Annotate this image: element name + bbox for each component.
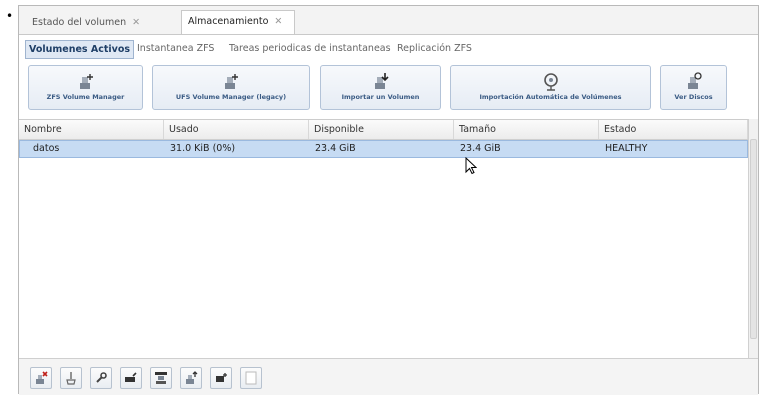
snapshot-icon — [216, 373, 227, 382]
ufs-volume-manager-button[interactable]: UFS Volume Manager (legacy) — [152, 65, 310, 110]
close-icon[interactable]: ✕ — [132, 17, 140, 28]
tab-storage[interactable]: Almacenamiento ✕ — [181, 10, 295, 34]
volume-add-icon — [153, 71, 309, 93]
subtab-bar: Volumenes Activos Instantanea ZFS Tareas… — [19, 35, 758, 61]
column-header-status[interactable]: Estado — [599, 120, 748, 139]
column-header-available[interactable]: Disponible — [309, 120, 454, 139]
tab-label: Almacenamiento — [188, 16, 269, 27]
button-label: ZFS Volume Manager — [46, 93, 125, 101]
cell-name: datos — [33, 143, 60, 154]
button-label: Importación Automática de Volúmenes — [479, 93, 622, 101]
column-header-name[interactable]: Nombre — [19, 120, 164, 139]
volume-status-icon — [155, 372, 167, 384]
edit-icon — [125, 372, 137, 382]
view-disks-button[interactable]: Ver Discos — [660, 65, 727, 110]
tab-volume-status[interactable]: Estado del volumen ✕ — [25, 11, 179, 33]
table-header: Nombre Usado Disponible Tamaño Estado — [19, 120, 748, 140]
cell-size: 23.4 GiB — [460, 143, 501, 154]
scrub-icon — [66, 372, 76, 385]
detach-volume-button[interactable] — [30, 367, 52, 389]
cell-used: 31.0 KiB (0%) — [170, 143, 236, 154]
table-row[interactable]: datos 31.0 KiB (0%) 23.4 GiB 23.4 GiB HE… — [19, 140, 748, 158]
settings-wrench-icon — [96, 372, 107, 383]
detach-icon — [36, 371, 48, 384]
volume-add-icon — [29, 71, 142, 93]
upgrade-icon — [186, 371, 198, 384]
list-bullet: • — [6, 9, 14, 23]
volume-import-icon — [321, 71, 440, 93]
vertical-scrollbar[interactable] — [748, 119, 758, 358]
subtab-zfs-replication[interactable]: Replicación ZFS — [397, 40, 472, 57]
cell-available: 23.4 GiB — [315, 143, 356, 154]
button-label: UFS Volume Manager (legacy) — [175, 93, 287, 101]
storage-window: Estado del volumen ✕ Almacenamiento ✕ Volu… — [18, 5, 759, 395]
mouse-pointer-icon — [465, 156, 478, 178]
auto-import-icon — [451, 71, 650, 93]
tab-label: Estado del volumen — [32, 17, 127, 28]
disks-icon — [661, 71, 726, 93]
volume-status-button[interactable] — [150, 367, 172, 389]
edit-options-button[interactable] — [90, 367, 112, 389]
subtab-periodic-snapshots[interactable]: Tareas periodicas de instantaneas — [229, 40, 391, 57]
volumes-table: Nombre Usado Disponible Tamaño Estado da… — [19, 119, 748, 359]
button-label: Ver Discos — [674, 93, 713, 101]
scrub-volume-button[interactable] — [60, 367, 82, 389]
blank-icon — [245, 371, 257, 385]
import-volume-button[interactable]: Importar un Volumen — [320, 65, 441, 110]
tab-bar: Estado del volumen ✕ Almacenamiento ✕ — [19, 6, 758, 35]
column-header-size[interactable]: Tamaño — [454, 120, 599, 139]
create-snapshot-button[interactable] — [210, 367, 232, 389]
column-header-used[interactable]: Usado — [164, 120, 309, 139]
subtab-active-volumes[interactable]: Volumenes Activos — [25, 40, 135, 59]
volume-actions-bar — [19, 358, 758, 395]
button-label: Importar un Volumen — [341, 93, 420, 101]
cell-status: HEALTHY — [605, 143, 648, 154]
scrollbar-thumb[interactable] — [750, 139, 757, 339]
change-permissions-button[interactable] — [120, 367, 142, 389]
blank-action-button[interactable] — [240, 367, 262, 389]
auto-import-volumes-button[interactable]: Importación Automática de Volúmenes — [450, 65, 651, 110]
subtab-zfs-snapshot[interactable]: Instantanea ZFS — [137, 40, 214, 57]
zfs-volume-manager-button[interactable]: ZFS Volume Manager — [28, 65, 143, 110]
upgrade-volume-button[interactable] — [180, 367, 202, 389]
toolbar: ZFS Volume Manager UFS Volume Manager (l… — [19, 62, 758, 116]
close-icon[interactable]: ✕ — [274, 16, 282, 27]
